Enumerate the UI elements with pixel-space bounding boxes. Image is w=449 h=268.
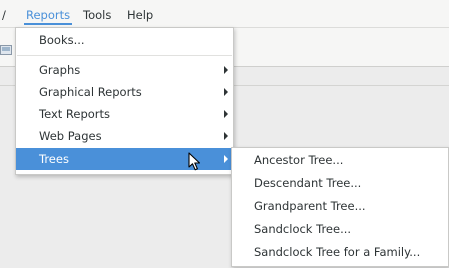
menu-item-label: Descendant Tree...	[254, 176, 362, 190]
menu-item-label: Books...	[39, 33, 85, 47]
menu-separator	[17, 55, 232, 56]
menu-item-label: Graphs	[39, 63, 81, 77]
menu-item-label: Graphical Reports	[39, 85, 142, 99]
menu-reports[interactable]: Reports	[23, 8, 73, 25]
menu-item-sandclock-tree[interactable]: Sandclock Tree...	[232, 218, 448, 240]
menu-item-books[interactable]: Books...	[16, 29, 233, 51]
menu-item-label: Web Pages	[39, 129, 102, 143]
menu-bar: / Reports Tools Help	[0, 0, 449, 28]
chevron-right-icon	[224, 110, 228, 118]
mouse-pointer-icon	[188, 152, 202, 172]
chevron-right-icon	[224, 155, 228, 163]
trees-submenu: Ancestor Tree... Descendant Tree... Gran…	[231, 147, 449, 267]
menu-item-label: Grandparent Tree...	[254, 199, 366, 213]
menu-item-label: Trees	[39, 152, 69, 166]
menu-item-graphical-reports[interactable]: Graphical Reports	[16, 81, 233, 103]
menu-help[interactable]: Help	[127, 8, 153, 22]
menu-item-descendant-tree[interactable]: Descendant Tree...	[232, 172, 448, 194]
toolbar-image-icon[interactable]	[0, 44, 12, 55]
menu-item-text-reports[interactable]: Text Reports	[16, 103, 233, 125]
menu-tools[interactable]: Tools	[83, 8, 111, 22]
menu-item-ancestor-tree[interactable]: Ancestor Tree...	[232, 149, 448, 171]
menu-item-grandparent-tree[interactable]: Grandparent Tree...	[232, 195, 448, 217]
chevron-right-icon	[224, 88, 228, 96]
menu-item-sandclock-tree-family[interactable]: Sandclock Tree for a Family...	[232, 241, 448, 263]
menu-item-label: Text Reports	[39, 107, 111, 121]
menu-item-partial[interactable]: /	[2, 8, 6, 22]
menu-item-graphs[interactable]: Graphs	[16, 59, 233, 81]
chevron-right-icon	[224, 66, 228, 74]
menu-item-label: Sandclock Tree...	[254, 222, 352, 236]
menu-item-label: Ancestor Tree...	[254, 153, 344, 167]
menu-item-web-pages[interactable]: Web Pages	[16, 125, 233, 147]
chevron-right-icon	[224, 132, 228, 140]
menu-item-label: Sandclock Tree for a Family...	[254, 245, 421, 259]
